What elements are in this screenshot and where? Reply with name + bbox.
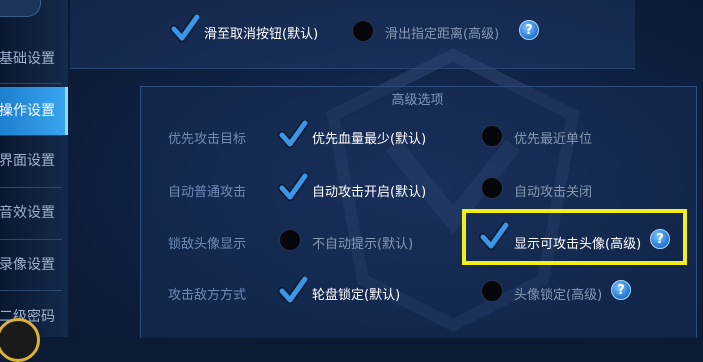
sidebar-corner-decoration	[0, 0, 41, 17]
option-nearest-unit[interactable]: 优先最近单位	[514, 128, 592, 147]
option-avatar-lock-radio[interactable]	[481, 280, 503, 302]
sidebar-divider	[0, 83, 62, 84]
slide-cancel-option[interactable]: 滑至取消按钮(默认)	[204, 23, 318, 42]
option-auto-attack-off[interactable]: 自动攻击关闭	[514, 181, 592, 200]
option-nearest-radio[interactable]	[481, 125, 503, 147]
option-avatar-lock[interactable]: 头像锁定(高级)	[514, 284, 602, 303]
sidebar-divider	[0, 187, 62, 188]
row-label-auto-attack: 自动普通攻击	[168, 185, 247, 200]
sidebar-item-basic[interactable]: 基础设置	[0, 35, 68, 83]
sidebar-item-replay[interactable]: 录像设置	[0, 241, 68, 289]
sidebar-item-interface[interactable]: 界面设置	[0, 137, 68, 185]
sidebar-divider	[0, 239, 62, 240]
sidebar-item-sound[interactable]: 音效设置	[0, 189, 68, 237]
row-label-attack-mode: 攻击敌方方式	[168, 288, 247, 303]
slide-distance-option[interactable]: 滑出指定距离(高级)	[385, 23, 499, 42]
sidebar-divider	[0, 135, 62, 136]
row-label-attack-target: 优先攻击目标	[168, 132, 247, 147]
option-no-prompt-radio[interactable]	[279, 229, 301, 251]
option-wheel-lock[interactable]: 轮盘锁定(默认)	[312, 284, 400, 303]
option-lowest-hp[interactable]: 优先血量最少(默认)	[312, 128, 426, 147]
checkmark-icon[interactable]	[170, 14, 200, 44]
option-auto-attack-on[interactable]: 自动攻击开启(默认)	[312, 181, 426, 200]
option-no-prompt[interactable]: 不自动提示(默认)	[312, 233, 413, 252]
highlight-box	[462, 209, 687, 265]
sidebar-divider	[0, 290, 62, 291]
settings-gear-icon[interactable]	[0, 318, 40, 362]
advanced-options-title: 高级选项	[391, 93, 444, 108]
help-icon[interactable]: ?	[611, 280, 631, 300]
option-auto-attack-off-radio[interactable]	[481, 177, 503, 199]
slide-distance-radio[interactable]	[352, 20, 374, 42]
sidebar-item-controls[interactable]: 操作设置	[0, 87, 68, 135]
checkmark-icon[interactable]	[278, 120, 308, 150]
help-icon[interactable]: ?	[519, 20, 539, 40]
settings-sidebar: 基础设置 操作设置 界面设置 音效设置 录像设置 二级密码	[0, 0, 68, 362]
checkmark-icon[interactable]	[278, 276, 308, 306]
checkmark-icon[interactable]	[278, 173, 308, 203]
row-label-lock-avatar: 锁敌头像显示	[168, 237, 247, 252]
